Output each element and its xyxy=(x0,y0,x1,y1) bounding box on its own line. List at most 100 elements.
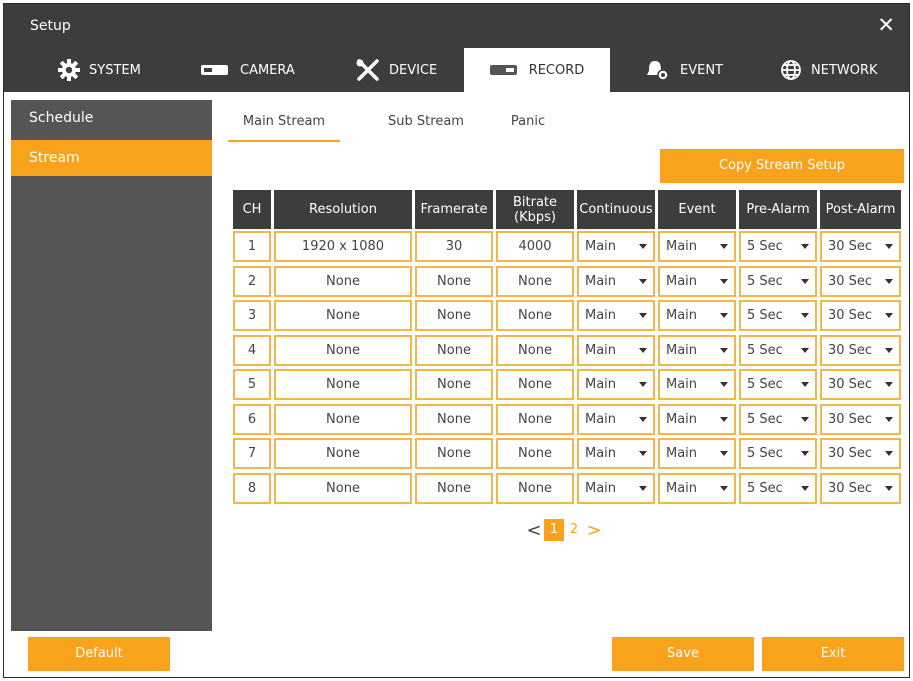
framerate-cell[interactable]: None xyxy=(415,438,493,469)
dropdown-arrow-icon xyxy=(720,347,728,353)
page-2-button[interactable]: 2 xyxy=(564,519,584,541)
event-select[interactable]: Main xyxy=(658,438,736,469)
tab-camera-label: CAMERA xyxy=(240,62,295,78)
continuous-select[interactable]: Main xyxy=(577,472,655,504)
pre-alarm-select[interactable]: 5 Sec xyxy=(739,300,817,331)
bitrate-cell[interactable]: None xyxy=(496,300,574,331)
continuous-value: Main xyxy=(585,411,617,427)
dropdown-arrow-icon xyxy=(639,485,647,491)
event-select[interactable]: Main xyxy=(658,334,736,366)
framerate-cell[interactable]: None xyxy=(415,403,493,435)
post-alarm-select[interactable]: 30 Sec xyxy=(820,472,901,504)
ch-cell: 5 xyxy=(233,369,271,400)
dropdown-arrow-icon xyxy=(639,278,647,284)
pre-alarm-value: 5 Sec xyxy=(747,342,783,358)
tab-main-stream[interactable]: Main Stream xyxy=(228,102,340,142)
ch-cell: 1 xyxy=(233,231,271,262)
bitrate-cell[interactable]: None xyxy=(496,334,574,366)
continuous-select[interactable]: Main xyxy=(577,231,655,262)
ch-cell: 4 xyxy=(233,334,271,366)
pre-alarm-select[interactable]: 5 Sec xyxy=(739,334,817,366)
dropdown-arrow-icon xyxy=(720,382,728,387)
resolution-cell[interactable]: 1920 x 1080 xyxy=(274,231,412,262)
continuous-value: Main xyxy=(585,480,617,496)
framerate-cell[interactable]: None xyxy=(415,265,493,297)
tab-event[interactable]: EVENT xyxy=(645,48,723,92)
resolution-cell[interactable]: None xyxy=(274,472,412,504)
tab-panic[interactable]: Panic xyxy=(493,102,563,142)
continuous-select[interactable]: Main xyxy=(577,334,655,366)
bitrate-cell[interactable]: None xyxy=(496,265,574,297)
dropdown-arrow-icon xyxy=(639,382,647,387)
framerate-cell[interactable]: 30 xyxy=(415,231,493,262)
pre-alarm-select[interactable]: 5 Sec xyxy=(739,369,817,400)
post-alarm-select[interactable]: 30 Sec xyxy=(820,403,901,435)
continuous-select[interactable]: Main xyxy=(577,403,655,435)
post-alarm-select[interactable]: 30 Sec xyxy=(820,231,901,262)
dropdown-arrow-icon xyxy=(639,347,647,353)
pre-alarm-select[interactable]: 5 Sec xyxy=(739,231,817,262)
resolution-cell[interactable]: None xyxy=(274,369,412,400)
pre-alarm-select[interactable]: 5 Sec xyxy=(739,438,817,469)
bitrate-cell[interactable]: None xyxy=(496,369,574,400)
header-framerate: Framerate xyxy=(415,190,493,229)
page-1-button[interactable]: 1 xyxy=(544,519,564,541)
default-button[interactable]: Default xyxy=(28,637,170,671)
continuous-select[interactable]: Main xyxy=(577,369,655,400)
sidebar-item-schedule[interactable]: Schedule xyxy=(11,100,212,136)
resolution-cell[interactable]: None xyxy=(274,300,412,331)
event-select[interactable]: Main xyxy=(658,472,736,504)
bitrate-cell[interactable]: None xyxy=(496,438,574,469)
next-page-icon[interactable]: > xyxy=(584,520,604,541)
post-alarm-select[interactable]: 30 Sec xyxy=(820,369,901,400)
header-event: Event xyxy=(658,190,736,229)
framerate-cell[interactable]: None xyxy=(415,334,493,366)
event-select[interactable]: Main xyxy=(658,403,736,435)
post-alarm-value: 30 Sec xyxy=(828,377,873,392)
continuous-value: Main xyxy=(585,273,617,289)
tab-event-label: EVENT xyxy=(680,62,723,78)
event-select[interactable]: Main xyxy=(658,265,736,297)
ch-cell: 3 xyxy=(233,300,271,331)
event-select[interactable]: Main xyxy=(658,300,736,331)
close-icon[interactable]: ✕ xyxy=(877,13,895,37)
bitrate-cell[interactable]: None xyxy=(496,472,574,504)
tab-device[interactable]: DEVICE xyxy=(356,48,437,92)
resolution-cell[interactable]: None xyxy=(274,265,412,297)
tab-sub-stream[interactable]: Sub Stream xyxy=(376,102,476,142)
continuous-select[interactable]: Main xyxy=(577,300,655,331)
post-alarm-select[interactable]: 30 Sec xyxy=(820,438,901,469)
pre-alarm-select[interactable]: 5 Sec xyxy=(739,403,817,435)
save-button[interactable]: Save xyxy=(612,637,754,671)
tab-record[interactable]: RECORD xyxy=(464,48,610,92)
post-alarm-select[interactable]: 30 Sec xyxy=(820,334,901,366)
globe-icon xyxy=(780,59,802,81)
tab-camera[interactable]: CAMERA xyxy=(201,48,295,92)
post-alarm-select[interactable]: 30 Sec xyxy=(820,265,901,297)
dropdown-arrow-icon xyxy=(801,347,809,353)
bitrate-cell[interactable]: 4000 xyxy=(496,231,574,262)
exit-button[interactable]: Exit xyxy=(762,637,904,671)
copy-stream-setup-button[interactable]: Copy Stream Setup xyxy=(660,149,904,183)
dropdown-arrow-icon xyxy=(720,451,728,456)
continuous-select[interactable]: Main xyxy=(577,265,655,297)
event-select[interactable]: Main xyxy=(658,231,736,262)
framerate-cell[interactable]: None xyxy=(415,369,493,400)
dropdown-arrow-icon xyxy=(885,347,893,353)
continuous-select[interactable]: Main xyxy=(577,438,655,469)
resolution-cell[interactable]: None xyxy=(274,334,412,366)
framerate-cell[interactable]: None xyxy=(415,472,493,504)
tab-system[interactable]: SYSTEM xyxy=(58,48,141,92)
resolution-cell[interactable]: None xyxy=(274,438,412,469)
pre-alarm-select[interactable]: 5 Sec xyxy=(739,265,817,297)
prev-page-icon[interactable]: < xyxy=(524,520,544,541)
bitrate-cell[interactable]: None xyxy=(496,403,574,435)
pre-alarm-value: 5 Sec xyxy=(747,239,783,254)
pre-alarm-select[interactable]: 5 Sec xyxy=(739,472,817,504)
tab-network[interactable]: NETWORK xyxy=(780,48,878,92)
framerate-cell[interactable]: None xyxy=(415,300,493,331)
post-alarm-select[interactable]: 30 Sec xyxy=(820,300,901,331)
sidebar-item-stream[interactable]: Stream xyxy=(11,140,212,176)
event-select[interactable]: Main xyxy=(658,369,736,400)
resolution-cell[interactable]: None xyxy=(274,403,412,435)
